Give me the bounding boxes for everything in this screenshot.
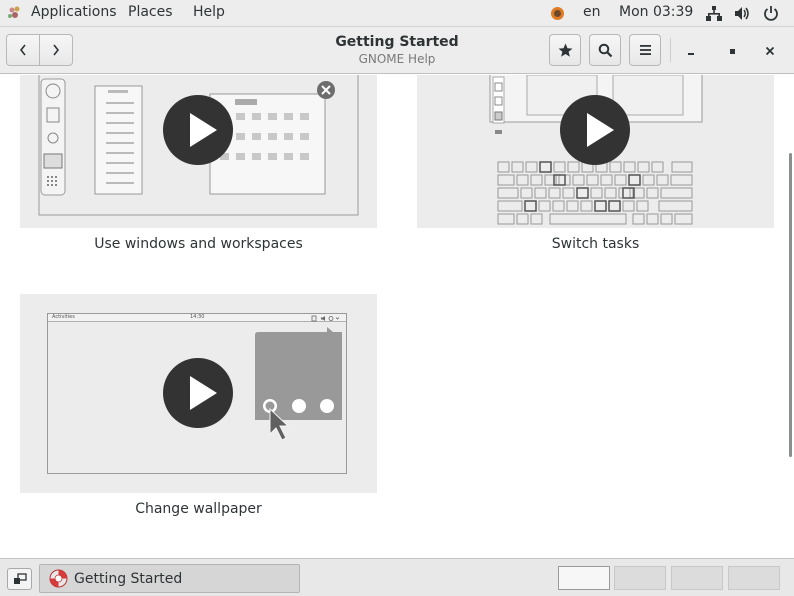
power-icon[interactable] [763, 5, 779, 21]
maximize-button[interactable] [720, 40, 744, 62]
video-switch-tasks[interactable] [417, 75, 774, 228]
search-icon [598, 43, 612, 57]
close-icon [765, 46, 775, 56]
video-change-wallpaper[interactable]: Activities 14:30 [20, 294, 377, 493]
search-button[interactable] [589, 34, 621, 66]
show-desktop-icon [13, 573, 27, 584]
forward-button[interactable] [39, 35, 72, 65]
menu-button[interactable] [629, 34, 661, 66]
close-button[interactable] [758, 40, 782, 62]
clock[interactable]: Mon 03:39 [619, 4, 693, 20]
hamburger-menu-icon [639, 45, 651, 55]
star-icon [558, 43, 572, 57]
video-caption: Switch tasks [551, 236, 640, 252]
window-title: Getting Started [335, 34, 459, 50]
window-list-bar: Getting Started [0, 558, 794, 596]
help-page-content: Use windows and workspaces Switch tasks … [0, 75, 794, 557]
minimize-button[interactable] [679, 40, 703, 62]
help-menu[interactable]: Help [193, 4, 225, 20]
windows-workspaces-illustration [38, 75, 359, 216]
go-back-icon [19, 44, 26, 56]
window-subtitle: GNOME Help [358, 52, 436, 66]
minimize-icon [688, 53, 694, 55]
network-icon[interactable] [706, 6, 722, 21]
video-caption: Change wallpaper [135, 501, 262, 517]
taskbar-window-getting-started[interactable]: Getting Started [39, 564, 300, 593]
change-wallpaper-illustration [163, 327, 342, 441]
go-forward-icon [53, 44, 60, 56]
keyboard-layout-indicator[interactable]: en [583, 4, 601, 20]
switch-tasks-illustration [489, 75, 703, 225]
volume-icon[interactable] [734, 6, 751, 21]
help-lifebuoy-icon [49, 569, 68, 588]
video-caption: Use windows and workspaces [94, 236, 303, 252]
workspace-2[interactable] [614, 566, 666, 590]
back-button[interactable] [7, 35, 39, 65]
places-menu[interactable]: Places [128, 4, 173, 20]
vertical-scrollbar[interactable] [789, 153, 792, 457]
header-separator [670, 38, 671, 62]
workspace-1[interactable] [558, 566, 610, 590]
applications-menu[interactable]: Applications [31, 4, 117, 20]
top-bar: Applications Places Help en Mon 03:39 [0, 0, 794, 27]
applications-icon [8, 6, 20, 18]
taskbar-window-label: Getting Started [74, 571, 183, 587]
video-windows-workspaces[interactable] [20, 75, 377, 228]
header-bar: Getting Started GNOME Help [0, 27, 794, 74]
show-desktop-button[interactable] [7, 568, 32, 590]
input-source-icon[interactable] [550, 6, 565, 21]
workspace-4[interactable] [728, 566, 780, 590]
maximize-icon [730, 49, 735, 54]
navigation-buttons [6, 34, 73, 66]
bookmark-button[interactable] [549, 34, 581, 66]
workspace-3[interactable] [671, 566, 723, 590]
